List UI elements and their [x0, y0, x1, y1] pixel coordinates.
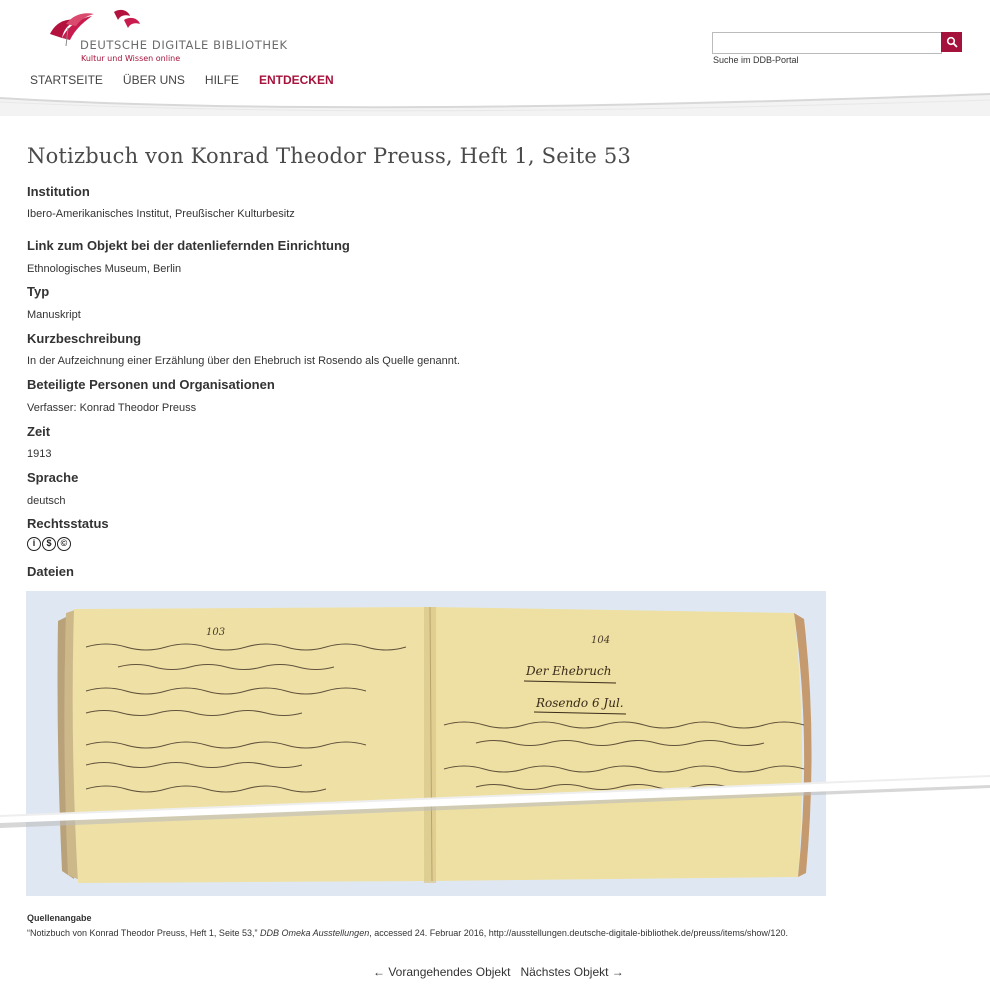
nav-ueber-uns[interactable]: ÜBER UNS — [123, 73, 185, 87]
logo-title: DEUTSCHE DIGITALE BIBLIOTHEK — [80, 38, 288, 52]
field-value-zeit: 1913 — [27, 448, 52, 460]
field-value-typ: Manuskript — [27, 309, 81, 321]
page-tear-overlay — [0, 775, 990, 828]
notebook-heading: Der Ehebruch — [525, 664, 611, 678]
field-value-link[interactable]: Ethnologisches Museum, Berlin — [27, 263, 181, 275]
source-citation: “Notizbuch von Konrad Theodor Preuss, He… — [27, 928, 788, 938]
nav-startseite[interactable]: STARTSEITE — [30, 73, 103, 87]
next-object-link[interactable]: Nächstes Objekt → — [520, 965, 623, 979]
notebook-scan-image[interactable]: 103 104 Der Ehebruch Rosendo 6 Jul. — [26, 591, 826, 896]
field-label-sprache: Sprache — [27, 470, 79, 485]
nav-entdecken[interactable]: ENTDECKEN — [259, 73, 334, 87]
search-hint: Suche im DDB-Portal — [713, 55, 799, 65]
citation-collection: DDB Omeka Ausstellungen — [259, 928, 370, 938]
notebook-page-illustration: 103 104 Der Ehebruch Rosendo 6 Jul. — [26, 591, 826, 896]
notebook-subheading: Rosendo 6 Jul. — [535, 696, 624, 710]
field-label-dateien: Dateien — [27, 564, 74, 579]
nav-hilfe[interactable]: HILFE — [205, 73, 239, 87]
previous-object-link[interactable]: ← Vorangehendes Objekt — [373, 965, 510, 979]
logo-subtitle: Kultur und Wissen online — [81, 54, 181, 63]
object-pager: ← Vorangehendes Objekt Nächstes Objekt → — [373, 965, 624, 979]
field-label-personen: Beteiligte Personen und Organisationen — [27, 377, 275, 392]
field-value-institution: Ibero-Amerikanisches Institut, Preußisch… — [27, 208, 295, 220]
citation-title: “Notizbuch von Konrad Theodor Preuss, He… — [27, 928, 258, 938]
field-label-zeit: Zeit — [27, 424, 51, 439]
field-label-link: Link zum Objekt bei der datenliefernden … — [27, 238, 350, 253]
field-value-sprache: deutsch — [27, 495, 66, 507]
page-number-left: 103 — [206, 627, 225, 638]
field-value-personen: Verfasser: Konrad Theodor Preuss — [27, 402, 197, 414]
search-icon — [946, 36, 958, 48]
cc-by-icon: i — [27, 537, 41, 551]
search-button[interactable] — [941, 32, 962, 52]
page-title: Notizbuch von Konrad Theodor Preuss, Hef… — [27, 144, 632, 168]
field-value-kurzbeschreibung: In der Aufzeichnung einer Erzählung über… — [27, 355, 460, 367]
field-label-institution: Institution — [27, 184, 90, 199]
ddb-logo[interactable]: DEUTSCHE DIGITALE BIBLIOTHEK Kultur und … — [44, 8, 287, 68]
cc-nc-icon: $ — [42, 537, 56, 551]
header-wave-divider — [0, 93, 990, 116]
field-label-rechtsstatus: Rechtsstatus — [27, 516, 109, 531]
field-label-typ: Typ — [27, 284, 50, 299]
search-input[interactable] — [712, 32, 942, 54]
citation-suffix: , accessed 24. Februar 2016, http://auss… — [369, 928, 788, 938]
license-badge[interactable]: i $ © — [27, 537, 71, 551]
cc-sa-icon: © — [57, 537, 71, 551]
field-label-kurzbeschreibung: Kurzbeschreibung — [27, 331, 142, 346]
main-nav: STARTSEITE ÜBER UNS HILFE ENTDECKEN — [30, 73, 334, 87]
page-number-right: 104 — [591, 635, 610, 646]
source-label: Quellenangabe — [27, 913, 92, 923]
